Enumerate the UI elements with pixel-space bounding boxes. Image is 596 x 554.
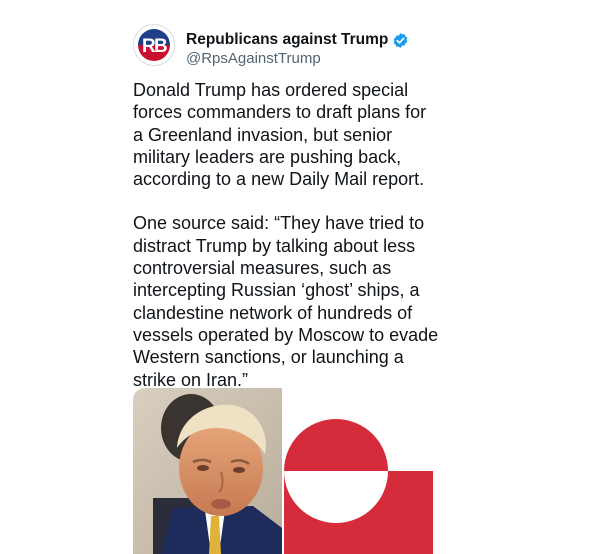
tweet-paragraph-2: One source said: “They have tried to dis… (133, 213, 439, 390)
svg-text:B: B (154, 36, 168, 57)
trump-photo[interactable] (133, 388, 282, 554)
tweet-media (133, 388, 433, 554)
avatar-logo-icon: R B (134, 25, 174, 65)
account-handle[interactable]: @RpsAgainstTrump (186, 50, 321, 67)
verified-badge-icon (392, 32, 409, 49)
tweet-paragraph-1: Donald Trump has ordered special forces … (133, 80, 427, 190)
tweet-card: R B Republicans against Trump @RpsAgains… (0, 0, 596, 554)
tweet-text: Donald Trump has ordered special forces … (133, 79, 453, 391)
greenland-flag-image[interactable] (284, 388, 433, 554)
display-name[interactable]: Republicans against Trump (186, 31, 388, 49)
account-name-row: Republicans against Trump (186, 30, 409, 50)
avatar[interactable]: R B (133, 24, 175, 66)
